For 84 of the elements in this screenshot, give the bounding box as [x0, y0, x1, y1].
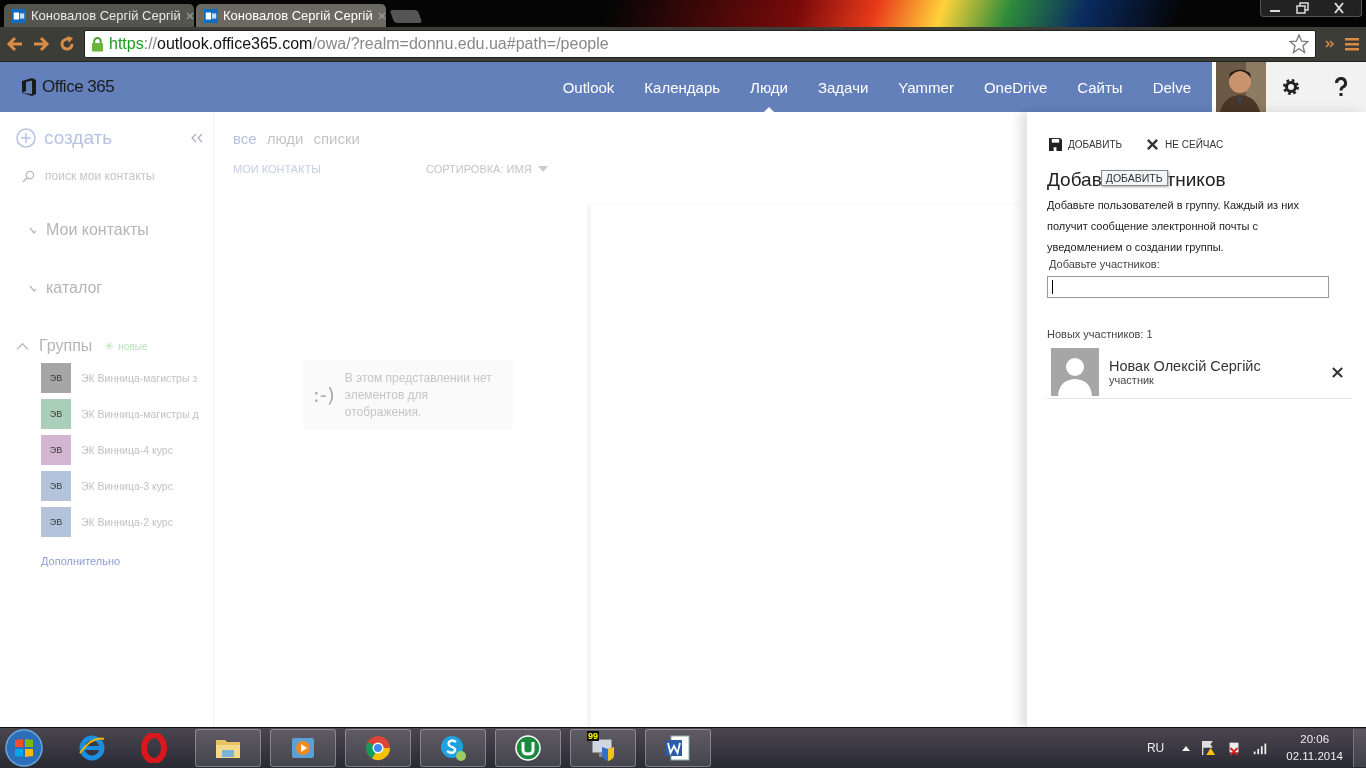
browser-tab[interactable]: Коновалов Сергій Сергій — [4, 4, 194, 27]
not-now-button[interactable]: НЕ СЕЙЧАС — [1144, 136, 1226, 153]
taskbar-button[interactable] — [420, 729, 486, 767]
outlook-icon — [12, 8, 26, 23]
o-ring-icon — [139, 733, 169, 763]
member-name: Новак Олексій Сергійс — [1109, 358, 1262, 374]
member-role: участник — [1109, 374, 1155, 386]
remove-icon[interactable] — [1332, 366, 1343, 378]
language-indicator[interactable]: RU — [1146, 741, 1165, 755]
nav-tab[interactable]: OneDrive — [968, 62, 1063, 112]
settings-icon — [1281, 77, 1301, 97]
field-label: Добавьте участников: — [1049, 258, 1160, 270]
taskbar-button[interactable] — [495, 729, 561, 767]
office-logo-icon[interactable] — [21, 77, 37, 97]
member-count: Новых участников: 1 — [1047, 328, 1153, 340]
back-arrow-icon[interactable] — [6, 35, 24, 53]
help-button[interactable] — [1316, 62, 1366, 112]
panel-heading: Добав — [1047, 169, 1102, 191]
nav-tab[interactable]: Люди — [735, 62, 803, 112]
taskbar-button[interactable] — [345, 729, 411, 767]
list-header: МОИ КОНТАКТЫ — [233, 163, 323, 175]
chevron-up-icon — [16, 341, 29, 351]
group-item[interactable]: ЭВ ЭК Винница-3 курс — [41, 472, 213, 499]
nav-tab[interactable]: Задачи — [802, 62, 884, 112]
star-icon[interactable] — [1289, 34, 1309, 54]
lock-icon — [91, 36, 104, 52]
start-button[interactable] — [4, 728, 44, 768]
group-item[interactable]: ЭВ ЭК Винница-2 курс — [41, 508, 213, 535]
group-avatar: ЭВ — [41, 470, 71, 501]
counter-badge: 99 — [587, 731, 599, 741]
menu-icon[interactable] — [1344, 36, 1360, 52]
group-item[interactable]: ЭВ ЭК Винница-4 курс — [41, 436, 213, 463]
search-icon — [22, 169, 35, 183]
chevron-down-icon — [28, 225, 38, 235]
group-avatar: ЭВ — [41, 506, 71, 537]
settings-button[interactable] — [1266, 62, 1316, 112]
chrome-icon — [363, 733, 393, 763]
group-item[interactable]: ЭВ ЭК Винница-магистры д — [41, 400, 213, 427]
input-field[interactable] — [1047, 276, 1329, 298]
taskbar-button[interactable] — [645, 729, 711, 767]
group-avatar: ЭВ — [41, 362, 71, 393]
new-label: новые — [118, 340, 148, 352]
clock-time[interactable]: 20:06 — [1300, 731, 1330, 748]
nav-tab[interactable]: Сайты — [1062, 62, 1138, 112]
forward-arrow-icon[interactable] — [32, 35, 50, 53]
letter-w-document-icon — [663, 733, 693, 763]
nav-tab[interactable]: Delve — [1137, 62, 1206, 112]
group-avatar: ЭВ — [41, 398, 71, 429]
groups-section[interactable]: Группы — [16, 337, 93, 355]
s-cloud-icon — [438, 733, 468, 763]
mu-icon — [513, 733, 543, 763]
nav-tab[interactable]: Календарь — [629, 62, 736, 112]
more-link[interactable]: Дополнительно — [41, 555, 213, 567]
tooltip: ДОБАВИТЬ — [1100, 170, 1168, 186]
show-hidden-icons-icon[interactable] — [1182, 745, 1191, 751]
add-button[interactable]: ДОБАВИТЬ — [1047, 136, 1125, 153]
taskbar-button[interactable]: 99 — [570, 729, 636, 767]
outlook-icon — [204, 8, 218, 23]
folder-section[interactable]: Мои контакты — [28, 221, 213, 239]
sparkle-icon — [105, 342, 114, 350]
nav-tab[interactable]: Yammer — [883, 62, 969, 112]
emoticon: :-) — [313, 383, 335, 407]
folder-section[interactable]: каталог — [28, 279, 213, 297]
taskbar-button[interactable] — [270, 729, 336, 767]
person-silhouette-icon — [1051, 348, 1099, 396]
clock-date[interactable]: 02.11.2014 — [1286, 748, 1343, 765]
flag-warning-icon[interactable] — [1200, 740, 1217, 756]
letter-e-icon — [77, 733, 107, 763]
address-bar[interactable]: https://outlook.office365.com/owa/?realm=donnu.edu.ua#path=/people — [84, 30, 1316, 58]
caret-icon — [537, 166, 548, 172]
taskbar-button[interactable] — [195, 729, 261, 767]
save-icon — [1049, 138, 1062, 151]
brand-name: Office 365 — [42, 77, 115, 97]
close-icon — [1146, 138, 1160, 151]
plus-icon — [16, 128, 36, 148]
chevron-down-icon — [28, 283, 38, 293]
group-avatar: ЭВ — [41, 434, 71, 465]
reload-icon[interactable] — [58, 35, 76, 53]
panel-description: Добавьте пользователей в группу. Каждый из них получит сообщение электронной почты с уведомлением о создании группы. — [1047, 198, 1300, 255]
chevron-icon[interactable] — [1324, 38, 1336, 50]
new-tab-button[interactable] — [389, 10, 423, 23]
panel-heading: тников — [1166, 169, 1226, 191]
nav-tab[interactable]: Outlook — [547, 62, 630, 112]
browser-tab[interactable]: Коновалов Сергій Сергій — [196, 4, 386, 27]
